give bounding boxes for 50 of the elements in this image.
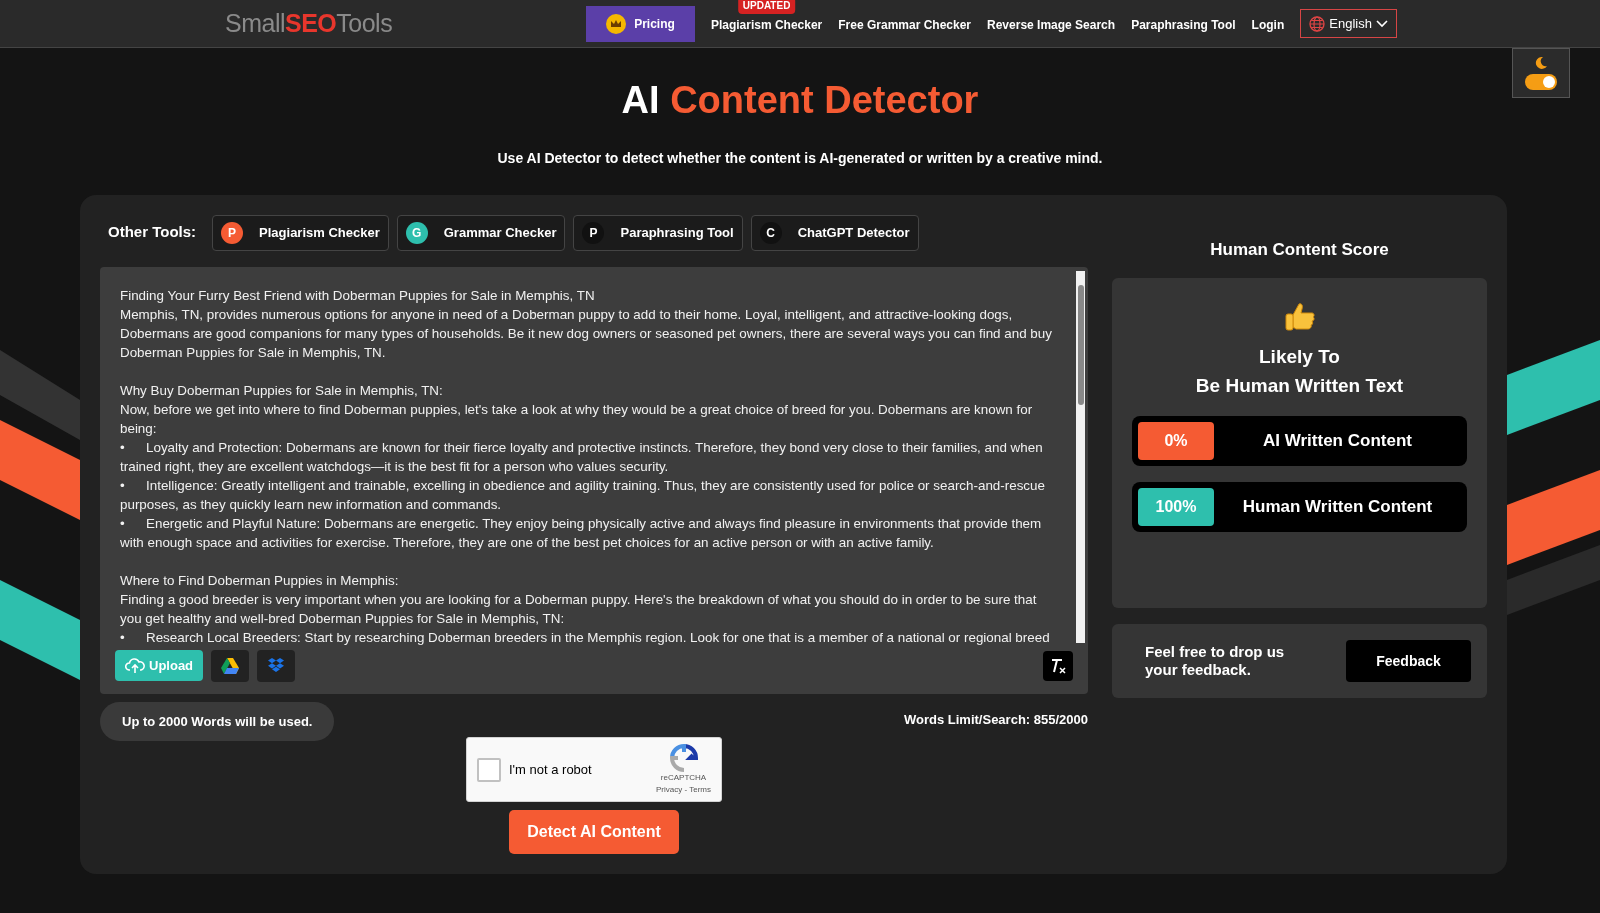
tool-button[interactable]: P Paraphrasing Tool [573,214,743,251]
other-tools-label: Other Tools: [108,222,197,243]
captcha-label: I'm not a robot [509,760,592,779]
score-title: Human Content Score [1209,238,1390,261]
nav-link[interactable]: Paraphrasing Tool [1131,17,1236,32]
percent-badge: 100% [1138,488,1214,527]
word-limit-note: Up to 2000 Words will be used. [100,701,335,742]
word-count: Words Limit/Search: 855/2000 [904,710,1088,729]
tool-button[interactable]: P Plagiarism Checker [212,214,389,251]
nav-link[interactable]: Login [1251,17,1285,32]
chevron-down-icon [1375,19,1388,28]
recaptcha-label: reCAPTCHA [660,771,707,784]
updated-badge: UPDATED [737,0,796,14]
tool-letter-icon: P [221,221,244,244]
nav-link[interactable]: Plagiarism Checker [710,17,823,32]
cloud-upload-icon [125,657,145,674]
theme-toggle[interactable] [1525,74,1557,90]
text-input-field[interactable]: Finding Your Furry Best Friend with Doberman Puppies for Sale in Memphis, TN Memphis, TN, provides numerous options for anyone in need of a Doberman puppy to add to their home. Loyal, intelligent, and attractive-looking dogs, Dobermans are good companions for many types of households. Be it new dog owners or seasoned pet owners, there are several ways you can find and buy Doberman Puppies for Sale in Memphis, TN. Why Buy Doberman Puppies for Sale in Memphis, TN: Now, before we get into where to find Doberman puppies, let's take a look at why they would be a great choice of breed for you. Dobermans are known for being: • Loyalty and Protection: Dobermans are known for their fierce loyalty and protective instincts. Therefore, they bond very close to their families, and when trained right, they are excellent watchdogs—it is the best fit for a person who values security. • Intelligence: Greatly intelligent and trainable, excelling in obedience and agility training. Thus, they are consistently used for police or search-and-rescue purposes, as they quickly learn new information and commands. • Energetic and Playful Nature: Dobermans are energetic. They enjoy being physically active and always find pleasure in environments that provide them with enough space and activities for exercise. Therefore, they are one of the best pet choices for an active person or with an active family. Where to Find Doberman Puppies in Memphis: Finding a good breeder is very important when you are looking for a Doberman puppy. Here's the breakdown of what you should do in order to be sure that you get healthy and well-bred Doberman Puppies for Sale in Memphis, TN: • Research Local Breeders: Start by researching Doberman breeders in the Memphis region. Look for one that is a member of a national or regional breed [100,266,1088,648]
page-title: AI Content Detector [621,78,979,123]
score-label: AI Written Content [1262,430,1413,453]
dropbox-button[interactable] [257,649,296,682]
triangle-logo-icon [221,657,240,674]
feedback-button[interactable]: Feedback [1346,640,1471,683]
percent-badge: 0% [1138,422,1214,461]
nav-link[interactable]: Free Grammar Checker [838,17,972,32]
clear-format-icon [1049,656,1067,675]
scrollbar[interactable] [1076,270,1085,643]
verdict-line: Be Human Written Text [1195,374,1404,399]
subtitle: Use AI Detector to detect whether the content is AI-generated or written by a creative mind. [496,148,1104,168]
globe-icon [1309,15,1326,32]
tool-letter-icon: P [582,221,605,244]
recaptcha-logo-icon [669,743,698,772]
feedback-prompt: Feel free to drop us your feedback. [1145,643,1286,680]
drive-button[interactable] [211,649,250,682]
verdict-line: Likely To [1258,345,1341,370]
tool-letter-icon: G [405,221,428,244]
nav-link[interactable]: Reverse Image Search [987,17,1116,32]
captcha-checkbox[interactable] [477,757,501,782]
pricing-button[interactable]: Pricing [586,5,695,42]
tool-letter-icon: C [759,221,782,244]
language-dropdown[interactable]: English [1300,8,1397,39]
logo[interactable]: SmallSEOTools [225,4,393,43]
box-logo-icon [268,658,285,674]
clear-format-button[interactable] [1043,650,1073,681]
crown-icon [606,13,627,34]
moon-icon [1534,56,1548,70]
score-label: Human Written Content [1241,496,1434,519]
tool-button[interactable]: C ChatGPT Detector [750,214,919,251]
privacy-terms-links[interactable]: Privacy - Terms [656,783,711,796]
tool-button[interactable]: G Grammar Checker [396,214,566,251]
